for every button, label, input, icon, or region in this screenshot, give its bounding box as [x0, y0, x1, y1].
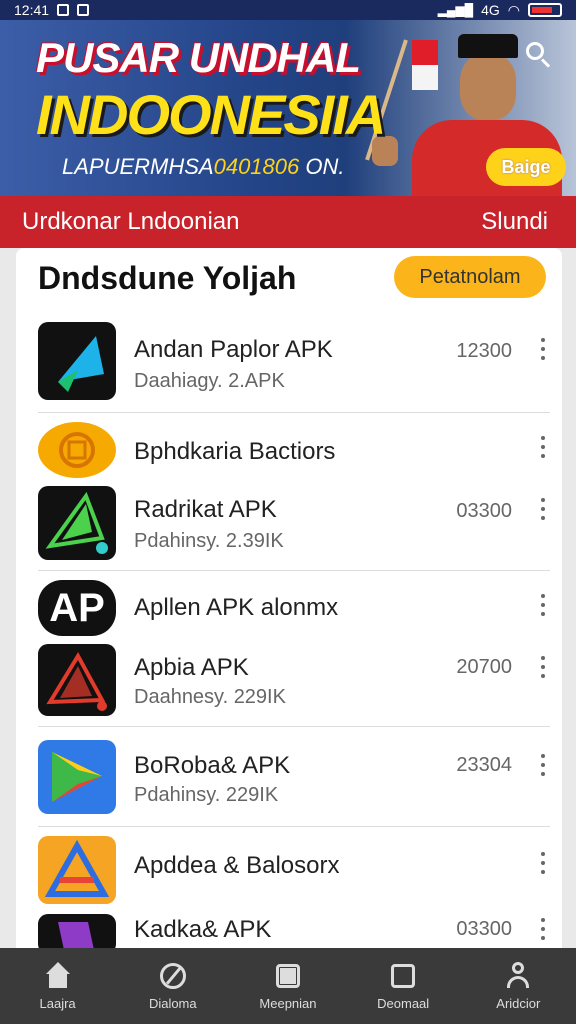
divider [38, 570, 550, 571]
status-time: 12:41 [14, 2, 50, 18]
category-bar: Urdkonar Lndoonian Slundi [0, 196, 576, 248]
more-options-icon[interactable] [540, 918, 546, 940]
app-meta: Daahnesy. 229IK [134, 686, 286, 708]
app-name[interactable]: Apllen APK alonmx [134, 594, 338, 622]
more-options-icon[interactable] [540, 656, 546, 678]
app-count: 23304 [456, 754, 512, 776]
category-right-link[interactable]: Slundi [481, 208, 548, 236]
home-icon [44, 962, 72, 990]
app-icon-boroba[interactable] [38, 740, 116, 814]
nav-discover[interactable]: Dialoma [125, 962, 221, 1011]
status-bar: 12:41 ▂▄▆█ 4G ◠ [0, 0, 576, 20]
signal-icon: ▂▄▆█ [437, 3, 474, 17]
app-name[interactable]: BoRoba& APK [134, 752, 290, 780]
app-meta: Pdahinsy. 229IK [134, 784, 279, 806]
category-title[interactable]: Urdkonar Lndoonian [22, 208, 240, 236]
app-icon-kadka[interactable] [38, 914, 116, 948]
wifi-icon: ◠ [507, 1, 520, 18]
inbox-icon [389, 962, 417, 990]
app-name[interactable]: Andan Paplor APK [134, 336, 333, 364]
app-meta: Pdahinsy. 2.39IK [134, 530, 284, 552]
battery-icon [528, 3, 562, 17]
app-meta: Daahiagy. 2.APK [134, 370, 285, 392]
banner-subtitle: LAPUERMHSA0401806 ON. [62, 154, 345, 180]
app-count: 20700 [456, 656, 512, 678]
nav-label: Dialoma [148, 996, 197, 1011]
search-icon[interactable] [524, 40, 554, 70]
app-count: 12300 [456, 340, 512, 362]
section-title: Dndsdune Yoljah [38, 260, 297, 296]
nav-profile[interactable]: Aridcior [470, 962, 566, 1011]
nav-label: Aridcior [496, 996, 541, 1011]
app-icon-andan[interactable] [38, 322, 116, 400]
more-options-icon[interactable] [540, 852, 546, 874]
network-label: 4G [481, 2, 500, 18]
banner-badge-button[interactable]: Baige [486, 148, 566, 186]
banner-subtitle-prefix: LAPUERMHSA [62, 154, 214, 179]
banner-title-line2: INDOONESIIA [36, 83, 386, 146]
section-action-button[interactable]: Petatnolam [394, 256, 546, 298]
app-notification-icon [77, 4, 90, 16]
app-list-card: Dndsdune Yoljah Petatnolam Andan Paplor … [16, 248, 562, 948]
nav-label: Meepnian [259, 996, 317, 1011]
nav-label: Deomaal [377, 996, 430, 1011]
nav-edit[interactable]: Meepnian [240, 962, 336, 1011]
more-options-icon[interactable] [540, 338, 546, 360]
app-name[interactable]: Apddea & Balosorx [134, 852, 339, 880]
app-name[interactable]: Kadka& APK [134, 916, 271, 944]
more-options-icon[interactable] [540, 436, 546, 458]
divider [38, 412, 550, 413]
app-count: 03300 [456, 918, 512, 940]
nav-label: Laajra [39, 996, 76, 1011]
app-count: 03300 [456, 500, 512, 522]
app-name[interactable]: Bphdkaria Bactiors [134, 438, 335, 466]
divider [38, 826, 550, 827]
app-icon-apbia[interactable] [38, 644, 116, 716]
profile-icon [504, 962, 532, 990]
hero-banner[interactable]: PUSAR UNDHAL INDOONESIIA LAPUERMHSA04018… [0, 20, 576, 196]
bottom-navigation: Laajra Dialoma Meepnian Deomaal Aridcior [0, 948, 576, 1024]
banner-subtitle-highlight: 0401806 [213, 154, 300, 179]
notification-icon [57, 4, 70, 16]
more-options-icon[interactable] [540, 498, 546, 520]
app-name[interactable]: Apbia APK [134, 654, 249, 682]
app-icon-radrikat[interactable] [38, 486, 116, 560]
app-icon-apllen[interactable]: AP [38, 580, 116, 636]
nav-inbox[interactable]: Deomaal [355, 962, 451, 1011]
divider [38, 726, 550, 727]
compass-icon [159, 962, 187, 990]
app-icon-bphdkaria[interactable] [38, 422, 116, 478]
app-icon-apddea[interactable] [38, 836, 116, 904]
nav-home[interactable]: Laajra [10, 962, 106, 1011]
edit-icon [274, 962, 302, 990]
app-name[interactable]: Radrikat APK [134, 496, 277, 524]
more-options-icon[interactable] [540, 754, 546, 776]
banner-title-line1: PUSAR UNDHAL [36, 34, 361, 81]
more-options-icon[interactable] [540, 594, 546, 616]
banner-subtitle-suffix: ON. [305, 154, 345, 179]
